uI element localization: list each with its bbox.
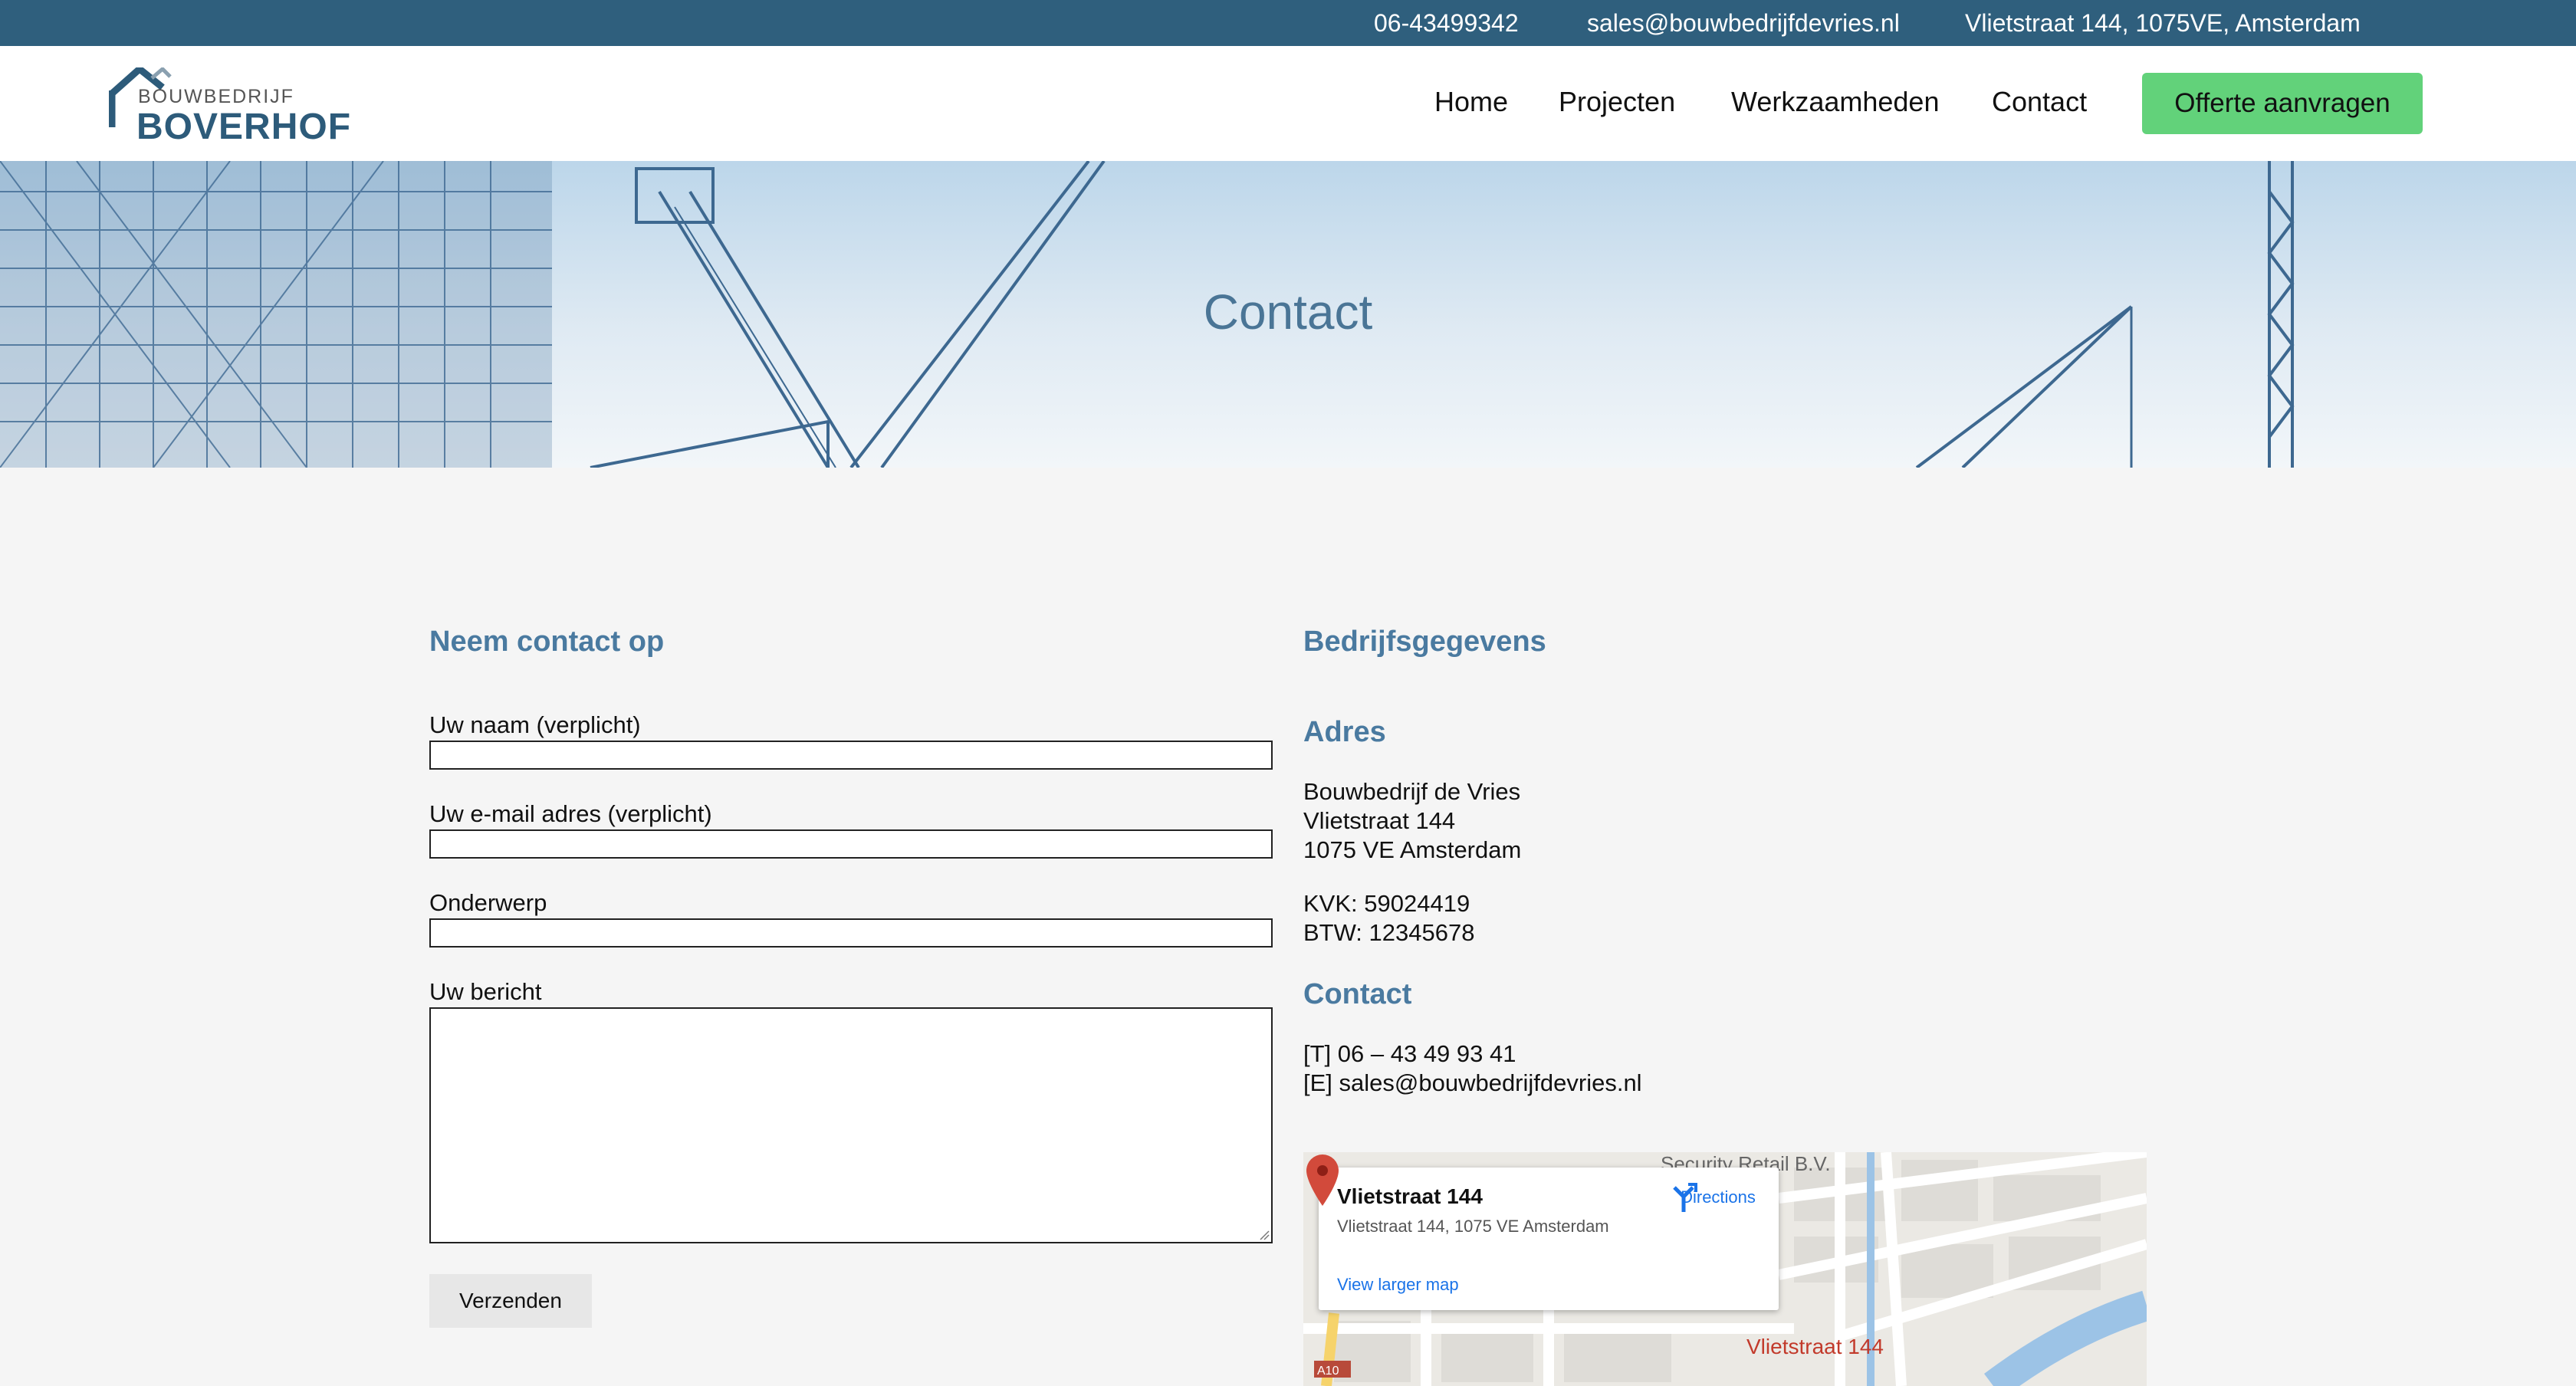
address-line-2: Vlietstraat 144 <box>1303 807 1456 834</box>
company-heading: Bedrijfsgegevens <box>1303 626 1546 658</box>
map-card-title: Vlietstraat 144 <box>1337 1184 1483 1208</box>
name-input[interactable] <box>429 741 1273 770</box>
email-input[interactable] <box>429 829 1273 859</box>
address-heading: Adres <box>1303 716 1386 748</box>
resize-grip-icon[interactable] <box>1259 1230 1270 1240</box>
top-address: Vlietstraat 144, 1075VE, Amsterdam <box>1965 9 2361 37</box>
subject-label: Onderwerp <box>429 889 547 916</box>
form-heading: Neem contact op <box>429 626 665 658</box>
quote-request-button[interactable]: Offerte aanvragen <box>2142 73 2423 134</box>
top-bar: 06-43499342 sales@bouwbedrijfdevries.nl … <box>0 0 2576 46</box>
nav-projecten[interactable]: Projecten <box>1559 86 1675 118</box>
contact-phone[interactable]: [T] 06 – 43 49 93 41 <box>1303 1040 1516 1069</box>
address-line-1: Bouwbedrijf de Vries <box>1303 778 1521 805</box>
nav-home[interactable]: Home <box>1434 86 1508 118</box>
name-label: Uw naam (verplicht) <box>429 711 641 738</box>
nav-contact[interactable]: Contact <box>1992 86 2087 118</box>
svg-text:A10: A10 <box>1317 1365 1339 1378</box>
nav-werkzaamheden[interactable]: Werkzaamheden <box>1731 86 1939 118</box>
logo[interactable]: BOUWBEDRIJF BOVERHOF <box>109 67 350 147</box>
directions-icon <box>1673 1183 1697 1212</box>
top-email[interactable]: sales@bouwbedrijfdevries.nl <box>1587 9 1900 38</box>
contact-heading: Contact <box>1303 978 1412 1010</box>
view-larger-map-link[interactable]: View larger map <box>1337 1275 1459 1295</box>
logo-big-text: BOVERHOF <box>136 107 352 147</box>
map-pin-icon[interactable] <box>1303 1152 1342 1207</box>
message-textarea[interactable] <box>429 1007 1273 1243</box>
subject-input[interactable] <box>429 918 1273 948</box>
contact-email[interactable]: [E] sales@bouwbedrijfdevries.nl <box>1303 1069 1642 1098</box>
map-info-card: Vlietstraat 144 Vlietstraat 144, 1075 VE… <box>1319 1168 1779 1310</box>
btw-number: BTW: 12345678 <box>1303 919 1475 946</box>
email-label: Uw e-mail adres (verplicht) <box>429 800 712 827</box>
address-line-3: 1075 VE Amsterdam <box>1303 836 1522 863</box>
top-phone[interactable]: 06-43499342 <box>1374 9 1519 38</box>
submit-button[interactable]: Verzenden <box>429 1274 592 1328</box>
map-pin-label: Vlietstraat 144 <box>1746 1335 1884 1358</box>
kvk-number: KVK: 59024419 <box>1303 890 1470 917</box>
map-card-address: Vlietstraat 144, 1075 VE Amsterdam <box>1337 1217 1609 1236</box>
logo-small-text: BOUWBEDRIJF <box>138 86 294 107</box>
message-label: Uw bericht <box>429 978 542 1005</box>
page-title: Contact <box>1203 284 1373 340</box>
hero-banner: Contact <box>0 161 2576 468</box>
google-map[interactable]: A10 Security Retail B.V. Vlietstraat 144… <box>1303 1152 2147 1386</box>
directions-button[interactable]: Directions <box>1668 1183 1768 1212</box>
site-header: BOUWBEDRIJF BOVERHOF Home Projecten Werk… <box>0 46 2576 161</box>
